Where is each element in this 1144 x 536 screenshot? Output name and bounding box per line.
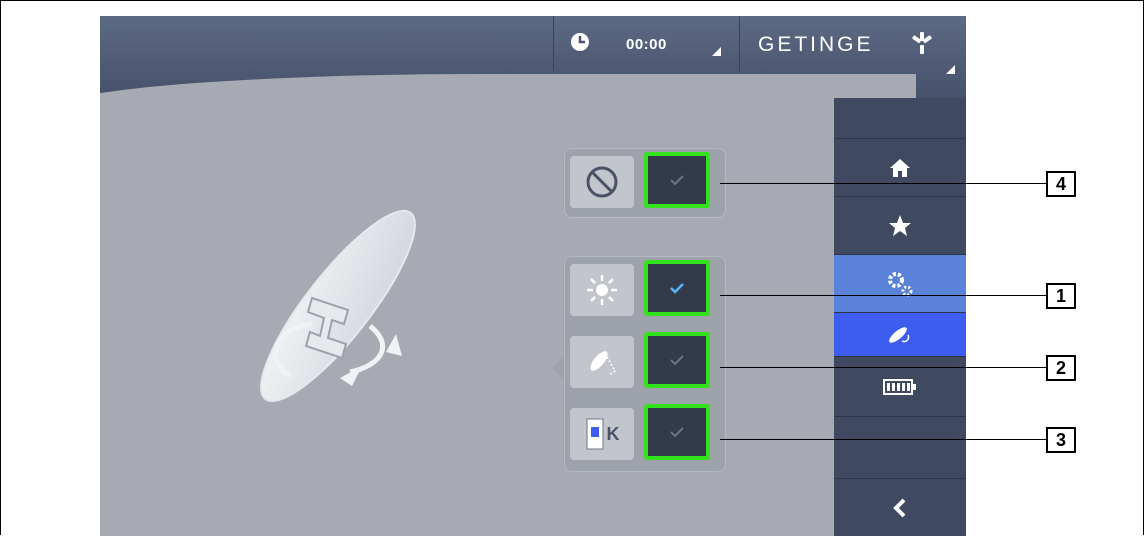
settings-gears-icon	[888, 271, 913, 296]
sidebar-item-back[interactable]	[834, 478, 966, 536]
brightness-checkbox[interactable]	[644, 260, 710, 316]
light-head-rotation-icon	[260, 209, 416, 403]
callout-number: 2	[1046, 355, 1076, 381]
brand-logo: GETINGE	[758, 33, 874, 56]
timer-menu-indicator[interactable]	[712, 47, 721, 56]
sidebar-item-favorites[interactable]	[834, 196, 966, 254]
callout-number: 3	[1046, 427, 1076, 453]
sun-icon	[587, 275, 617, 305]
brightness-option-button[interactable]	[570, 264, 634, 316]
getinge-asterisk-icon	[912, 32, 932, 54]
callout-line	[720, 367, 1046, 368]
callout-line	[720, 295, 1046, 296]
check-icon	[670, 175, 684, 186]
panel-pointer	[552, 356, 564, 380]
check-icon	[670, 427, 684, 438]
device-screen: 00:00 GETINGE K	[100, 16, 966, 536]
positioning-option-button[interactable]	[570, 336, 634, 388]
sidebar-item-light[interactable]	[834, 312, 966, 356]
color-temperature-icon	[586, 418, 603, 450]
sidebar-item-home[interactable]	[834, 138, 966, 196]
sidebar-spacer	[834, 416, 966, 478]
header-separator	[739, 16, 740, 71]
callout-number: 1	[1046, 283, 1076, 309]
color-temperature-option-button[interactable]: K	[570, 408, 634, 460]
disable-option-button[interactable]	[570, 156, 634, 208]
sidebar-item-battery[interactable]	[834, 356, 966, 416]
star-icon	[889, 214, 911, 236]
check-icon	[670, 355, 684, 366]
light-positioning-icon	[590, 351, 616, 376]
header-separator	[553, 16, 554, 71]
back-chevron-icon	[893, 498, 906, 517]
sidebar	[834, 98, 966, 536]
prohibited-icon	[586, 166, 618, 198]
battery-icon	[883, 378, 916, 395]
clock-icon	[571, 33, 589, 51]
brand-menu-indicator[interactable]	[946, 65, 955, 74]
callout-line	[720, 183, 1046, 184]
color-temperature-checkbox[interactable]	[644, 404, 710, 460]
home-icon	[890, 158, 910, 177]
light-head-icon	[889, 326, 910, 343]
callout-line	[720, 439, 1046, 440]
sidebar-item-settings[interactable]	[834, 254, 966, 312]
header-wave	[100, 74, 916, 134]
disable-checkbox[interactable]	[644, 152, 710, 208]
timer-display[interactable]: 00:00	[626, 36, 667, 53]
kelvin-label: K	[606, 423, 620, 444]
positioning-checkbox[interactable]	[644, 332, 710, 388]
callout-number: 4	[1046, 171, 1076, 197]
check-icon	[670, 283, 684, 294]
